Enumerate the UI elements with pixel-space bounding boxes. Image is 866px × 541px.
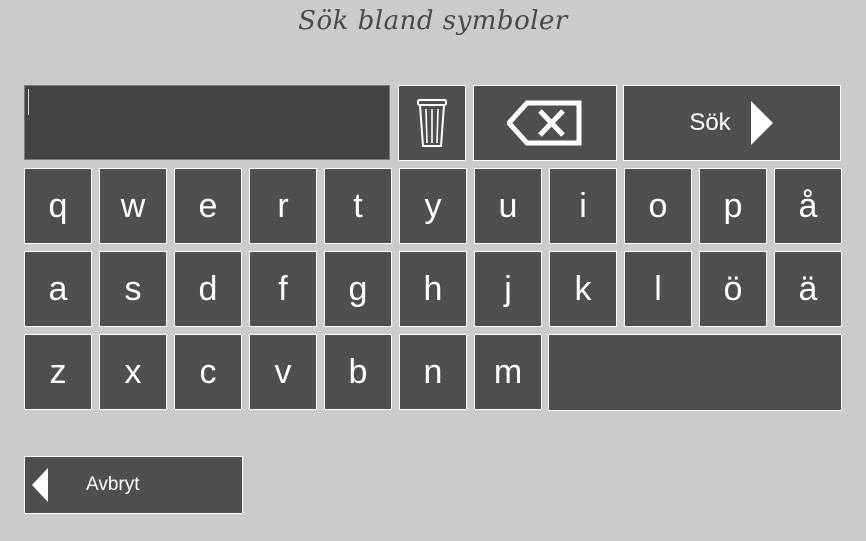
key-q[interactable]: q — [24, 168, 92, 244]
key-m[interactable]: m — [474, 334, 542, 410]
page-title: Sök bland symboler — [298, 6, 568, 36]
text-caret — [28, 89, 29, 115]
arrow-left-icon — [32, 468, 48, 502]
cancel-button[interactable]: Avbryt — [24, 456, 243, 514]
key-a[interactable]: a — [24, 251, 92, 327]
key-n[interactable]: n — [399, 334, 467, 410]
key-ä[interactable]: ä — [774, 251, 842, 327]
key-k[interactable]: k — [549, 251, 617, 327]
search-input[interactable] — [24, 85, 390, 160]
key-w[interactable]: w — [99, 168, 167, 244]
key-r[interactable]: r — [249, 168, 317, 244]
clear-button[interactable] — [398, 85, 466, 161]
key-e[interactable]: e — [174, 168, 242, 244]
key-s[interactable]: s — [99, 251, 167, 327]
key-u[interactable]: u — [474, 168, 542, 244]
search-button-label: Sök — [689, 109, 731, 136]
key-j[interactable]: j — [474, 251, 542, 327]
key-b[interactable]: b — [324, 334, 392, 410]
key-o[interactable]: o — [624, 168, 692, 244]
key-ö[interactable]: ö — [699, 251, 767, 327]
key-v[interactable]: v — [249, 334, 317, 410]
key-g[interactable]: g — [324, 251, 392, 327]
arrow-right-icon — [750, 101, 773, 145]
backspace-button[interactable] — [473, 85, 617, 161]
key-å[interactable]: å — [774, 168, 842, 244]
key-z[interactable]: z — [24, 334, 92, 410]
key-c[interactable]: c — [174, 334, 242, 410]
space-key[interactable] — [548, 334, 842, 411]
key-t[interactable]: t — [324, 168, 392, 244]
key-p[interactable]: p — [699, 168, 767, 244]
trash-icon — [417, 99, 447, 147]
key-i[interactable]: i — [549, 168, 617, 244]
key-l[interactable]: l — [624, 251, 692, 327]
search-button[interactable]: Sök — [623, 85, 841, 161]
key-d[interactable]: d — [174, 251, 242, 327]
key-y[interactable]: y — [399, 168, 467, 244]
backspace-icon — [507, 100, 582, 146]
key-f[interactable]: f — [249, 251, 317, 327]
key-h[interactable]: h — [399, 251, 467, 327]
key-x[interactable]: x — [99, 334, 167, 410]
cancel-button-label: Avbryt — [86, 474, 140, 495]
